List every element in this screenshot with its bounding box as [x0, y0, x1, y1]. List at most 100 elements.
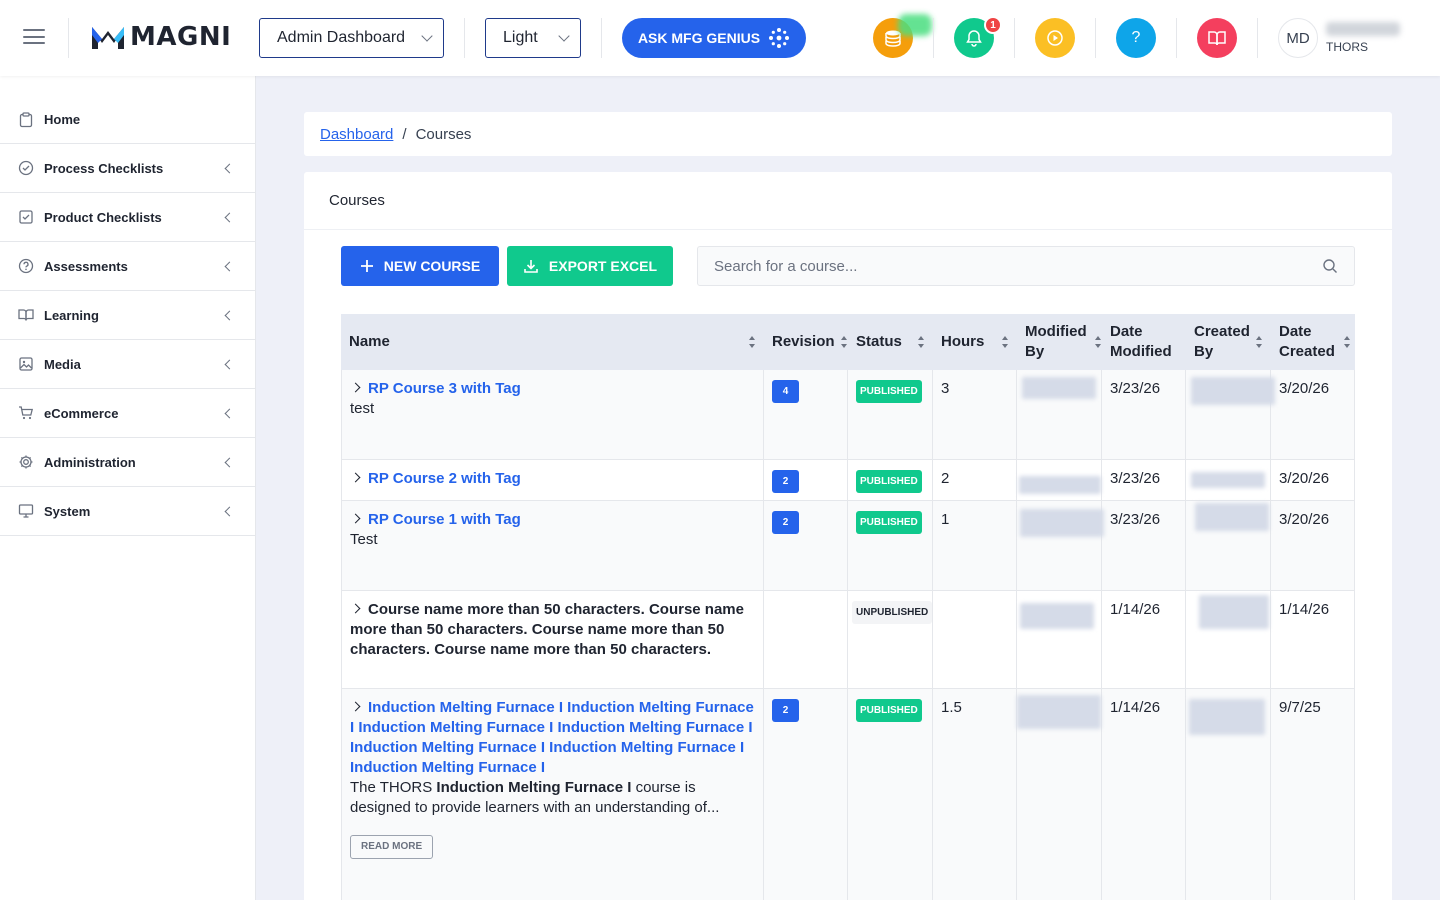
table-row[interactable]: Course name more than 50 characters. Cou…	[341, 591, 1355, 689]
course-link[interactable]: RP Course 2 with Tag	[368, 470, 521, 487]
notification-count-badge: 1	[984, 16, 1002, 34]
sidebar-item-label: Process Checklists	[44, 160, 164, 176]
table-row[interactable]: RP Course 1 with Tag Test 2 PUBLISHED 1 …	[341, 501, 1355, 591]
help-button[interactable]: ?	[1116, 18, 1156, 58]
revision-badge: 2	[772, 699, 799, 722]
column-label: Status	[856, 333, 902, 350]
read-more-button[interactable]: READ MORE	[350, 835, 434, 859]
revision-cell: 2	[764, 689, 848, 900]
sidebar-item-learning[interactable]: Learning	[0, 291, 255, 340]
description-bold-text: Induction Melting Furnace I	[436, 779, 632, 796]
new-course-button[interactable]: NEW COURSE	[341, 246, 499, 286]
course-link[interactable]: RP Course 3 with Tag	[368, 380, 521, 397]
theme-select[interactable]: Light	[485, 18, 581, 58]
user-avatar[interactable]: MD	[1278, 18, 1318, 58]
column-header-modified-by[interactable]: Modified By	[1017, 314, 1102, 370]
table-row[interactable]: RP Course 3 with Tag test 4 PUBLISHED 3 …	[341, 370, 1355, 460]
status-cell: PUBLISHED	[848, 370, 933, 459]
sort-icon	[1095, 336, 1102, 348]
chevron-left-icon	[224, 359, 235, 369]
breadcrumb: Dashboard / Courses	[304, 112, 1392, 156]
search-input[interactable]	[714, 257, 1322, 275]
sidebar-item-ecommerce[interactable]: eCommerce	[0, 389, 255, 438]
expand-row-icon[interactable]	[350, 513, 361, 524]
user-org: THORS	[1326, 40, 1368, 54]
sidebar-item-media[interactable]: Media	[0, 340, 255, 389]
header-divider	[933, 18, 934, 58]
column-header-date-modified[interactable]: Date Modified	[1102, 314, 1186, 370]
guide-button[interactable]	[1197, 18, 1237, 58]
magni-logo-icon	[92, 27, 124, 49]
sidebar-item-product-checklists[interactable]: Product Checklists	[0, 193, 255, 242]
bell-icon	[966, 30, 982, 47]
column-header-status[interactable]: Status	[848, 314, 933, 370]
course-name-cell: RP Course 2 with Tag	[341, 460, 764, 500]
help-icon: ?	[1131, 29, 1141, 46]
expand-row-icon[interactable]	[350, 472, 361, 483]
column-header-name[interactable]: Name	[341, 314, 764, 370]
sidebar-item-home[interactable]: Home	[0, 96, 255, 144]
sidebar-item-system[interactable]: System	[0, 487, 255, 536]
date-modified-cell: 3/23/26	[1102, 460, 1186, 500]
chevron-left-icon	[224, 506, 235, 516]
status-badge: PUBLISHED	[856, 511, 922, 534]
sidebar-item-assessments[interactable]: Assessments	[0, 242, 255, 291]
sparkle-icon	[769, 28, 790, 48]
hours-cell: 3	[933, 370, 1017, 459]
clipboard-icon	[18, 111, 34, 128]
created-by-cell	[1186, 591, 1271, 688]
sidebar-item-label: Media	[44, 356, 81, 372]
modified-by-cell	[1017, 501, 1104, 590]
sidebar-item-process-checklists[interactable]: Process Checklists	[0, 144, 255, 193]
table-row[interactable]: Induction Melting Furnace I Induction Me…	[341, 689, 1355, 900]
column-header-revision[interactable]: Revision	[764, 314, 848, 370]
redacted-user	[1191, 377, 1275, 405]
app-logo[interactable]: MAGNI	[90, 22, 231, 52]
modified-by-cell	[1017, 460, 1102, 500]
open-book-icon	[1208, 31, 1226, 46]
date-created-cell: 3/20/26	[1271, 460, 1355, 500]
dashboard-select[interactable]: Admin Dashboard	[259, 18, 444, 58]
search-icon[interactable]	[1322, 258, 1338, 274]
export-excel-button[interactable]: EXPORT EXCEL	[507, 246, 673, 286]
ask-mfg-genius-button[interactable]: ASK MFG GENIUS	[622, 18, 806, 58]
date-modified-cell: 1/14/26	[1102, 591, 1186, 688]
status-badge: PUBLISHED	[856, 470, 922, 493]
chevron-left-icon	[224, 212, 235, 222]
play-button[interactable]	[1035, 18, 1075, 58]
menu-toggle-icon[interactable]	[23, 29, 45, 47]
course-name-cell: Course name more than 50 characters. Cou…	[341, 591, 764, 688]
column-header-date-created[interactable]: Date Created	[1271, 314, 1355, 370]
course-link[interactable]: RP Course 1 with Tag	[368, 511, 521, 528]
sort-icon	[1344, 336, 1351, 348]
table-row[interactable]: RP Course 2 with Tag 2 PUBLISHED 2 3/23/…	[341, 460, 1355, 501]
check-circle-icon	[18, 160, 34, 176]
sort-icon	[749, 336, 756, 348]
status-cell: PUBLISHED	[848, 689, 933, 900]
column-label: Date Created	[1279, 323, 1335, 360]
expand-row-icon[interactable]	[350, 382, 361, 393]
expand-row-icon[interactable]	[350, 603, 361, 614]
sidebar-item-label: Administration	[44, 454, 136, 470]
expand-row-icon[interactable]	[350, 701, 361, 712]
course-name-text[interactable]: Course name more than 50 characters. Cou…	[350, 601, 744, 658]
sidebar-item-administration[interactable]: Administration	[0, 438, 255, 487]
chevron-left-icon	[224, 408, 235, 418]
notifications-button[interactable]: 1	[954, 16, 1002, 58]
hours-cell: 1	[933, 501, 1017, 590]
created-by-cell	[1186, 370, 1275, 459]
column-label: Revision	[772, 333, 835, 350]
column-header-hours[interactable]: Hours	[933, 314, 1017, 370]
date-modified-cell: 1/14/26	[1102, 689, 1186, 900]
column-header-created-by[interactable]: Created By	[1186, 314, 1271, 370]
date-created-cell: 3/20/26	[1271, 370, 1355, 459]
breadcrumb-dashboard-link[interactable]: Dashboard	[320, 126, 393, 143]
course-link[interactable]: Induction Melting Furnace I Induction Me…	[350, 699, 754, 776]
created-by-cell	[1186, 460, 1271, 500]
breadcrumb-current: Courses	[415, 125, 472, 143]
header-divider	[1257, 18, 1258, 58]
revision-cell: 2	[764, 460, 848, 500]
export-excel-label: EXPORT EXCEL	[548, 258, 658, 274]
courses-card: Courses NEW COURSE EXPORT EXCEL Name Rev…	[304, 172, 1392, 900]
redacted-user	[1020, 509, 1104, 537]
